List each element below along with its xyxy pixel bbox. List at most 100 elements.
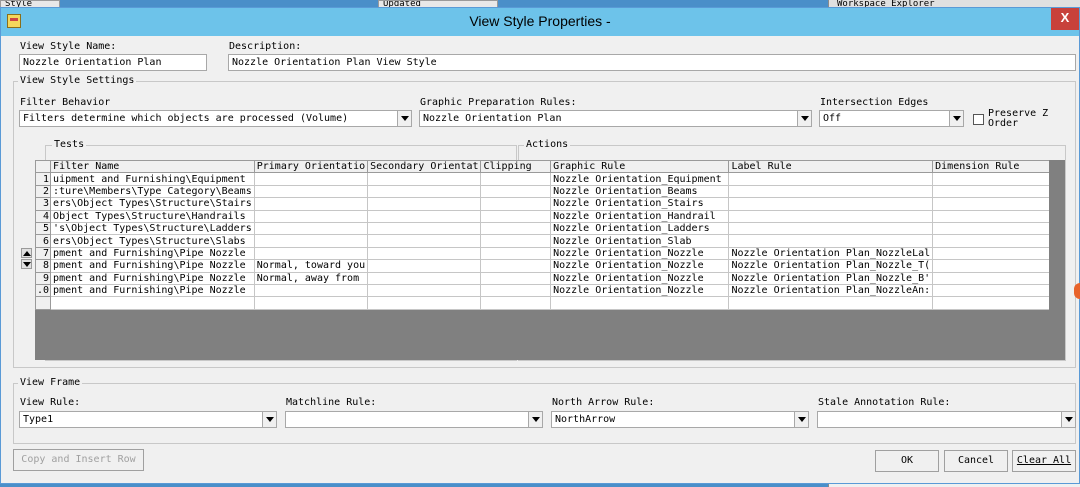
table-row[interactable]: 4 Object Types\Structure\Handrails Nozzle … xyxy=(34,209,1065,223)
row-number[interactable]: 1 xyxy=(34,172,52,186)
chevron-down-icon[interactable] xyxy=(528,412,542,427)
table-cell[interactable]: Nozzle Orientation Plan_Nozzle_B' xyxy=(728,271,934,285)
chevron-down-icon[interactable] xyxy=(794,412,808,427)
table-cell[interactable] xyxy=(932,283,1065,298)
table-cell[interactable]: Nozzle Orientation_Nozzle xyxy=(550,259,730,273)
north-arrow-rule-select[interactable]: NorthArrow xyxy=(551,411,809,428)
graphic-prep-rules-select[interactable]: Nozzle Orientation Plan xyxy=(419,110,812,127)
table-cell[interactable] xyxy=(480,184,552,199)
table-cell[interactable] xyxy=(367,172,482,186)
column-header[interactable]: Secondary Orientat xyxy=(367,159,482,174)
table-cell[interactable] xyxy=(728,296,934,310)
table-cell[interactable] xyxy=(480,234,552,248)
table-cell[interactable]: Normal, away from xyxy=(253,271,369,285)
table-cell[interactable]: Nozzle Orientation Plan_NozzleAn: xyxy=(728,283,934,298)
table-cell[interactable] xyxy=(480,221,552,236)
table-cell[interactable] xyxy=(728,184,934,199)
table-cell[interactable] xyxy=(253,197,369,211)
table-cell[interactable] xyxy=(480,172,552,186)
table-cell[interactable] xyxy=(932,259,1065,273)
table-cell[interactable]: pment and Furnishing\Pipe Nozzle xyxy=(50,246,255,261)
table-cell[interactable] xyxy=(728,221,934,236)
table-cell[interactable]: ers\Object Types\Structure\Slabs xyxy=(50,234,255,248)
column-header[interactable]: Label Rule xyxy=(728,159,934,174)
table-cell[interactable] xyxy=(728,209,934,223)
table-cell[interactable] xyxy=(480,259,552,273)
table-cell[interactable]: pment and Furnishing\Pipe Nozzle xyxy=(50,283,255,298)
intersection-edges-select[interactable]: Off xyxy=(819,110,964,127)
table-cell[interactable] xyxy=(932,184,1065,199)
matchline-rule-select[interactable] xyxy=(285,411,543,428)
table-cell[interactable] xyxy=(253,184,369,199)
chevron-down-icon[interactable] xyxy=(262,412,276,427)
column-header[interactable]: Clipping xyxy=(480,159,552,174)
move-row-up-icon[interactable] xyxy=(21,248,32,258)
table-cell[interactable] xyxy=(253,221,369,236)
table-cell[interactable] xyxy=(367,296,482,310)
grid-scrollbar[interactable] xyxy=(1049,160,1065,360)
table-row[interactable]: 2:ture\Members\Type Category\Beams Nozzle… xyxy=(34,184,1065,199)
preserve-z-order-checkbox[interactable] xyxy=(973,114,984,125)
close-button[interactable]: X xyxy=(1051,8,1079,30)
clear-all-button[interactable]: Clear All xyxy=(1012,450,1076,472)
row-number[interactable]: .0 xyxy=(34,283,52,298)
row-number[interactable]: 9 xyxy=(34,271,52,285)
table-cell[interactable] xyxy=(253,283,369,298)
table-row[interactable]: 3 ers\Object Types\Structure\Stairs Nozzle… xyxy=(34,197,1065,211)
view-rule-select[interactable]: Type1 xyxy=(19,411,277,428)
table-cell[interactable] xyxy=(932,209,1065,223)
stale-annotation-rule-select[interactable] xyxy=(817,411,1076,428)
row-number[interactable]: 2 xyxy=(34,184,52,199)
table-cell[interactable]: Nozzle Orientation_Slab xyxy=(550,234,730,248)
table-row[interactable]: 8 pment and Furnishing\Pipe Nozzle Normal,… xyxy=(34,259,1065,273)
table-cell[interactable]: Nozzle Orientation_Handrail xyxy=(550,209,730,223)
table-row[interactable] xyxy=(34,296,1065,310)
table-cell[interactable] xyxy=(728,234,934,248)
table-cell[interactable]: Nozzle Orientation_Nozzle xyxy=(550,246,730,261)
table-cell[interactable] xyxy=(480,271,552,285)
filter-behavior-select[interactable]: Filters determine which objects are proc… xyxy=(19,110,412,127)
description-field[interactable]: Nozzle Orientation Plan View Style xyxy=(228,54,1076,71)
table-cell[interactable] xyxy=(480,246,552,261)
view-style-name-field[interactable]: Nozzle Orientation Plan xyxy=(19,54,207,71)
row-number[interactable]: 6 xyxy=(34,234,52,248)
table-cell[interactable] xyxy=(367,246,482,261)
table-cell[interactable]: Nozzle Orientation_Ladders xyxy=(550,221,730,236)
row-number[interactable]: 7 xyxy=(34,246,52,261)
table-cell[interactable] xyxy=(367,184,482,199)
table-cell[interactable] xyxy=(932,221,1065,236)
table-cell[interactable]: Nozzle Orientation_Nozzle xyxy=(550,283,730,298)
table-cell[interactable] xyxy=(728,197,934,211)
table-cell[interactable] xyxy=(367,209,482,223)
table-cell[interactable] xyxy=(932,246,1065,261)
table-cell[interactable] xyxy=(367,234,482,248)
table-cell[interactable] xyxy=(480,209,552,223)
table-cell[interactable] xyxy=(253,234,369,248)
table-row[interactable]: 1 uipment and Furnishing\Equipment Nozzle … xyxy=(34,172,1065,186)
table-row[interactable]: .0 pment and Furnishing\Pipe Nozzle Nozzle… xyxy=(34,283,1065,298)
table-cell[interactable]: Nozzle Orientation Plan_NozzleLal xyxy=(728,246,934,261)
cancel-button[interactable]: Cancel xyxy=(944,450,1008,472)
table-row[interactable]: 5's\Object Types\Structure\Ladders Nozzle… xyxy=(34,221,1065,236)
table-cell[interactable] xyxy=(253,296,369,310)
column-header[interactable]: Primary Orientatio xyxy=(253,159,369,174)
chevron-down-icon[interactable] xyxy=(1061,412,1075,427)
table-cell[interactable] xyxy=(480,283,552,298)
table-cell[interactable] xyxy=(367,197,482,211)
row-number[interactable]: 8 xyxy=(34,259,52,273)
table-cell[interactable] xyxy=(253,172,369,186)
row-number[interactable]: 5 xyxy=(34,221,52,236)
table-row[interactable]: 6 ers\Object Types\Structure\Slabs Nozzle … xyxy=(34,234,1065,248)
table-cell[interactable]: pment and Furnishing\Pipe Nozzle xyxy=(50,271,255,285)
table-cell[interactable]: :ture\Members\Type Category\Beams xyxy=(50,184,255,199)
table-cell[interactable]: Object Types\Structure\Handrails xyxy=(50,209,255,223)
column-header[interactable]: Filter Name xyxy=(50,159,255,174)
table-cell[interactable]: Nozzle Orientation_Equipment xyxy=(550,172,730,186)
table-cell[interactable] xyxy=(728,172,934,186)
row-number[interactable]: 3 xyxy=(34,197,52,211)
table-cell[interactable]: 's\Object Types\Structure\Ladders xyxy=(50,221,255,236)
table-cell[interactable] xyxy=(550,296,730,310)
table-cell[interactable] xyxy=(932,296,1065,310)
ok-button[interactable]: OK xyxy=(875,450,939,472)
table-cell[interactable]: Nozzle Orientation Plan_Nozzle_T( xyxy=(728,259,934,273)
